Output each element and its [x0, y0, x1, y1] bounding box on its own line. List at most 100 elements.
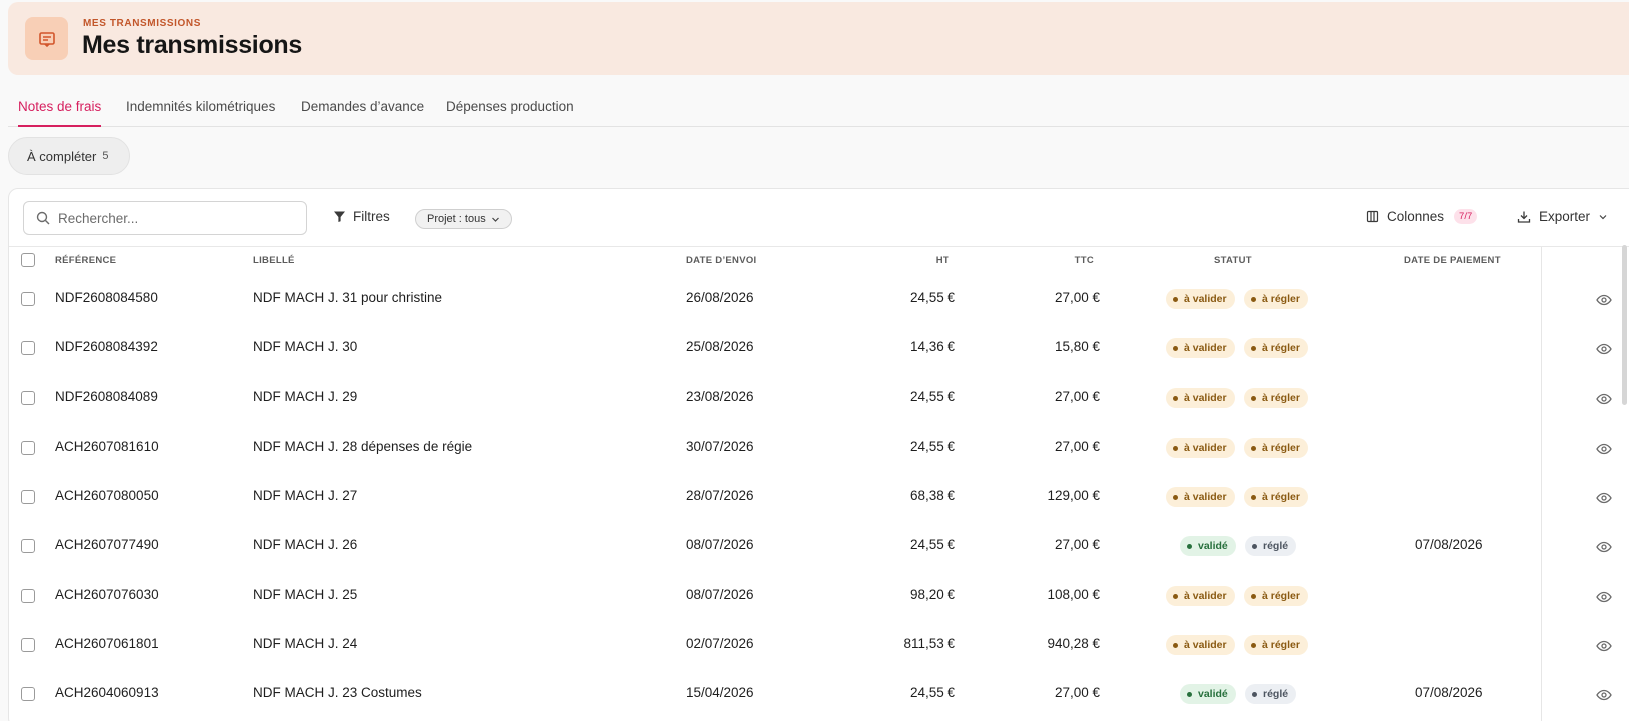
status-badge-validation: à valider: [1166, 586, 1235, 606]
status-label: à régler: [1262, 491, 1300, 503]
cell-date-envoi: 15/04/2026: [686, 685, 754, 700]
cell-ttc: 27,00 €: [1054, 685, 1100, 700]
table-row[interactable]: ACH2607077490 NDF MACH J. 26 08/07/2026 24,…: [9, 522, 1629, 570]
view-eye-icon[interactable]: [1596, 293, 1612, 311]
status-label: à valider: [1184, 392, 1227, 404]
tab-depenses-production[interactable]: Dépenses production: [446, 99, 574, 127]
table-row[interactable]: ACH2604060913 NDF MACH J. 23 Costumes 15/0…: [9, 670, 1629, 718]
table-row[interactable]: ACH2607061801 NDF MACH J. 24 02/07/2026 811…: [9, 621, 1629, 669]
cell-date-envoi: 28/07/2026: [686, 488, 754, 503]
table-row[interactable]: ACH2607076030 NDF MACH J. 25 08/07/2026 98,…: [9, 572, 1629, 620]
status-label: à régler: [1262, 639, 1300, 651]
table-row[interactable]: ACH2607080050 NDF MACH J. 27 28/07/2026 68,…: [9, 473, 1629, 521]
tab-bar: Notes de frais Indemnités kilométriques …: [8, 92, 1629, 127]
row-checkbox[interactable]: [21, 638, 35, 652]
chevron-down-icon: [1599, 214, 1607, 219]
cell-libelle: NDF MACH J. 29: [253, 389, 358, 404]
projet-filter-chip[interactable]: Projet : tous: [415, 209, 512, 229]
cell-date-envoi: 25/08/2026: [686, 339, 754, 354]
a-completer-filter-chip[interactable]: À compléter 5: [8, 137, 130, 175]
column-header-date-envoi[interactable]: DATE D’ENVOI: [686, 255, 756, 266]
cell-libelle: NDF MACH J. 31 pour christine: [253, 290, 443, 305]
row-checkbox[interactable]: [21, 687, 35, 701]
row-checkbox[interactable]: [21, 441, 35, 455]
cell-date-envoi: 02/07/2026: [686, 636, 754, 651]
select-all-checkbox[interactable]: [21, 253, 35, 267]
tab-indemnites-kilometriques[interactable]: Indemnités kilométriques: [126, 99, 275, 127]
search-box[interactable]: [23, 201, 307, 235]
view-eye-icon[interactable]: [1596, 442, 1612, 460]
cell-ht: 24,55 €: [909, 685, 955, 700]
status-label: validé: [1198, 540, 1228, 552]
view-eye-icon[interactable]: [1596, 540, 1612, 558]
table-row[interactable]: NDF2608084392 NDF MACH J. 30 25/08/2026 14,…: [9, 324, 1629, 372]
status-label: réglé: [1263, 688, 1289, 700]
cell-ht: 14,36 €: [909, 339, 955, 354]
status-badge-validation: validé: [1180, 684, 1236, 704]
cell-ttc: 108,00 €: [1047, 587, 1100, 602]
column-header-reference[interactable]: RÉFÉRENCE: [55, 255, 116, 266]
view-eye-icon[interactable]: [1596, 688, 1612, 706]
chip-label: À compléter: [27, 148, 97, 164]
cell-reference: ACH2604060913: [55, 685, 159, 700]
view-eye-icon[interactable]: [1596, 639, 1612, 657]
cell-ht: 98,20 €: [909, 587, 955, 602]
filters-label: Filtres: [353, 209, 390, 224]
view-eye-icon[interactable]: [1596, 392, 1612, 410]
table-row[interactable]: NDF2608084089 NDF MACH J. 29 23/08/2026 24,…: [9, 374, 1629, 422]
cell-date-paiement: 07/08/2026: [1415, 537, 1483, 552]
row-checkbox[interactable]: [21, 391, 35, 405]
column-header-ht[interactable]: HT: [889, 255, 949, 266]
filter-icon: [334, 211, 345, 222]
status-badge-payment: à régler: [1244, 388, 1308, 408]
status-badge-payment: à régler: [1244, 586, 1308, 606]
cell-reference: ACH2607061801: [55, 636, 159, 651]
status-label: à valider: [1184, 442, 1227, 454]
view-eye-icon[interactable]: [1596, 491, 1612, 509]
cell-date-envoi: 23/08/2026: [686, 389, 754, 404]
page-eyebrow: MES TRANSMISSIONS: [83, 18, 201, 29]
table-toolbar: Filtres Projet : tous Colonnes 7/7 Expor…: [9, 189, 1629, 247]
cell-date-envoi: 30/07/2026: [686, 439, 754, 454]
view-eye-icon[interactable]: [1596, 590, 1612, 608]
table-row[interactable]: ACH2607081610 NDF MACH J. 28 dépenses de …: [9, 424, 1629, 472]
cell-ttc: 27,00 €: [1054, 537, 1100, 552]
column-header-ttc[interactable]: TTC: [1034, 255, 1094, 266]
cell-libelle: NDF MACH J. 25: [253, 587, 358, 602]
cell-reference: ACH2607076030: [55, 587, 159, 602]
row-checkbox[interactable]: [21, 589, 35, 603]
status-badge-payment: réglé: [1245, 536, 1297, 556]
page-title: Mes transmissions: [82, 31, 302, 59]
scrollbar[interactable]: [1622, 245, 1627, 405]
row-checkbox[interactable]: [21, 341, 35, 355]
cell-libelle: NDF MACH J. 30: [253, 339, 358, 354]
cell-date-envoi: 08/07/2026: [686, 537, 754, 552]
cell-libelle: NDF MACH J. 23 Costumes: [253, 685, 422, 700]
tab-demandes-avance[interactable]: Demandes d’avance: [301, 99, 424, 127]
cell-ht: 24,55 €: [909, 290, 955, 305]
column-header-statut[interactable]: STATUT: [1214, 255, 1252, 266]
cell-reference: ACH2607077490: [55, 537, 159, 552]
table-row[interactable]: NDF2608084580 NDF MACH J. 31 pour christi…: [9, 275, 1629, 323]
tab-notes-de-frais[interactable]: Notes de frais: [18, 99, 102, 127]
column-header-date-paiement[interactable]: DATE DE PAIEMENT: [1404, 255, 1501, 266]
row-checkbox[interactable]: [21, 292, 35, 306]
status-badge-validation: à valider: [1166, 289, 1235, 309]
export-button[interactable]: Exporter: [1517, 209, 1608, 224]
status-label: à valider: [1184, 342, 1227, 354]
cell-date-envoi: 26/08/2026: [686, 290, 754, 305]
filters-button[interactable]: Filtres: [333, 209, 390, 224]
colonnes-button[interactable]: Colonnes 7/7: [1366, 209, 1478, 224]
cell-ttc: 27,00 €: [1054, 389, 1100, 404]
column-header-libelle[interactable]: LIBELLÉ: [253, 255, 295, 266]
page-header: MES TRANSMISSIONS Mes transmissions: [8, 2, 1629, 75]
cell-ttc: 129,00 €: [1047, 488, 1100, 503]
cell-ht: 24,55 €: [909, 389, 955, 404]
cell-reference: NDF2608084392: [55, 339, 158, 354]
view-eye-icon[interactable]: [1596, 342, 1612, 360]
row-checkbox[interactable]: [21, 490, 35, 504]
search-input[interactable]: [58, 210, 288, 226]
status-badge-payment: à régler: [1244, 635, 1308, 655]
row-checkbox[interactable]: [21, 539, 35, 553]
download-icon: [1517, 211, 1531, 223]
